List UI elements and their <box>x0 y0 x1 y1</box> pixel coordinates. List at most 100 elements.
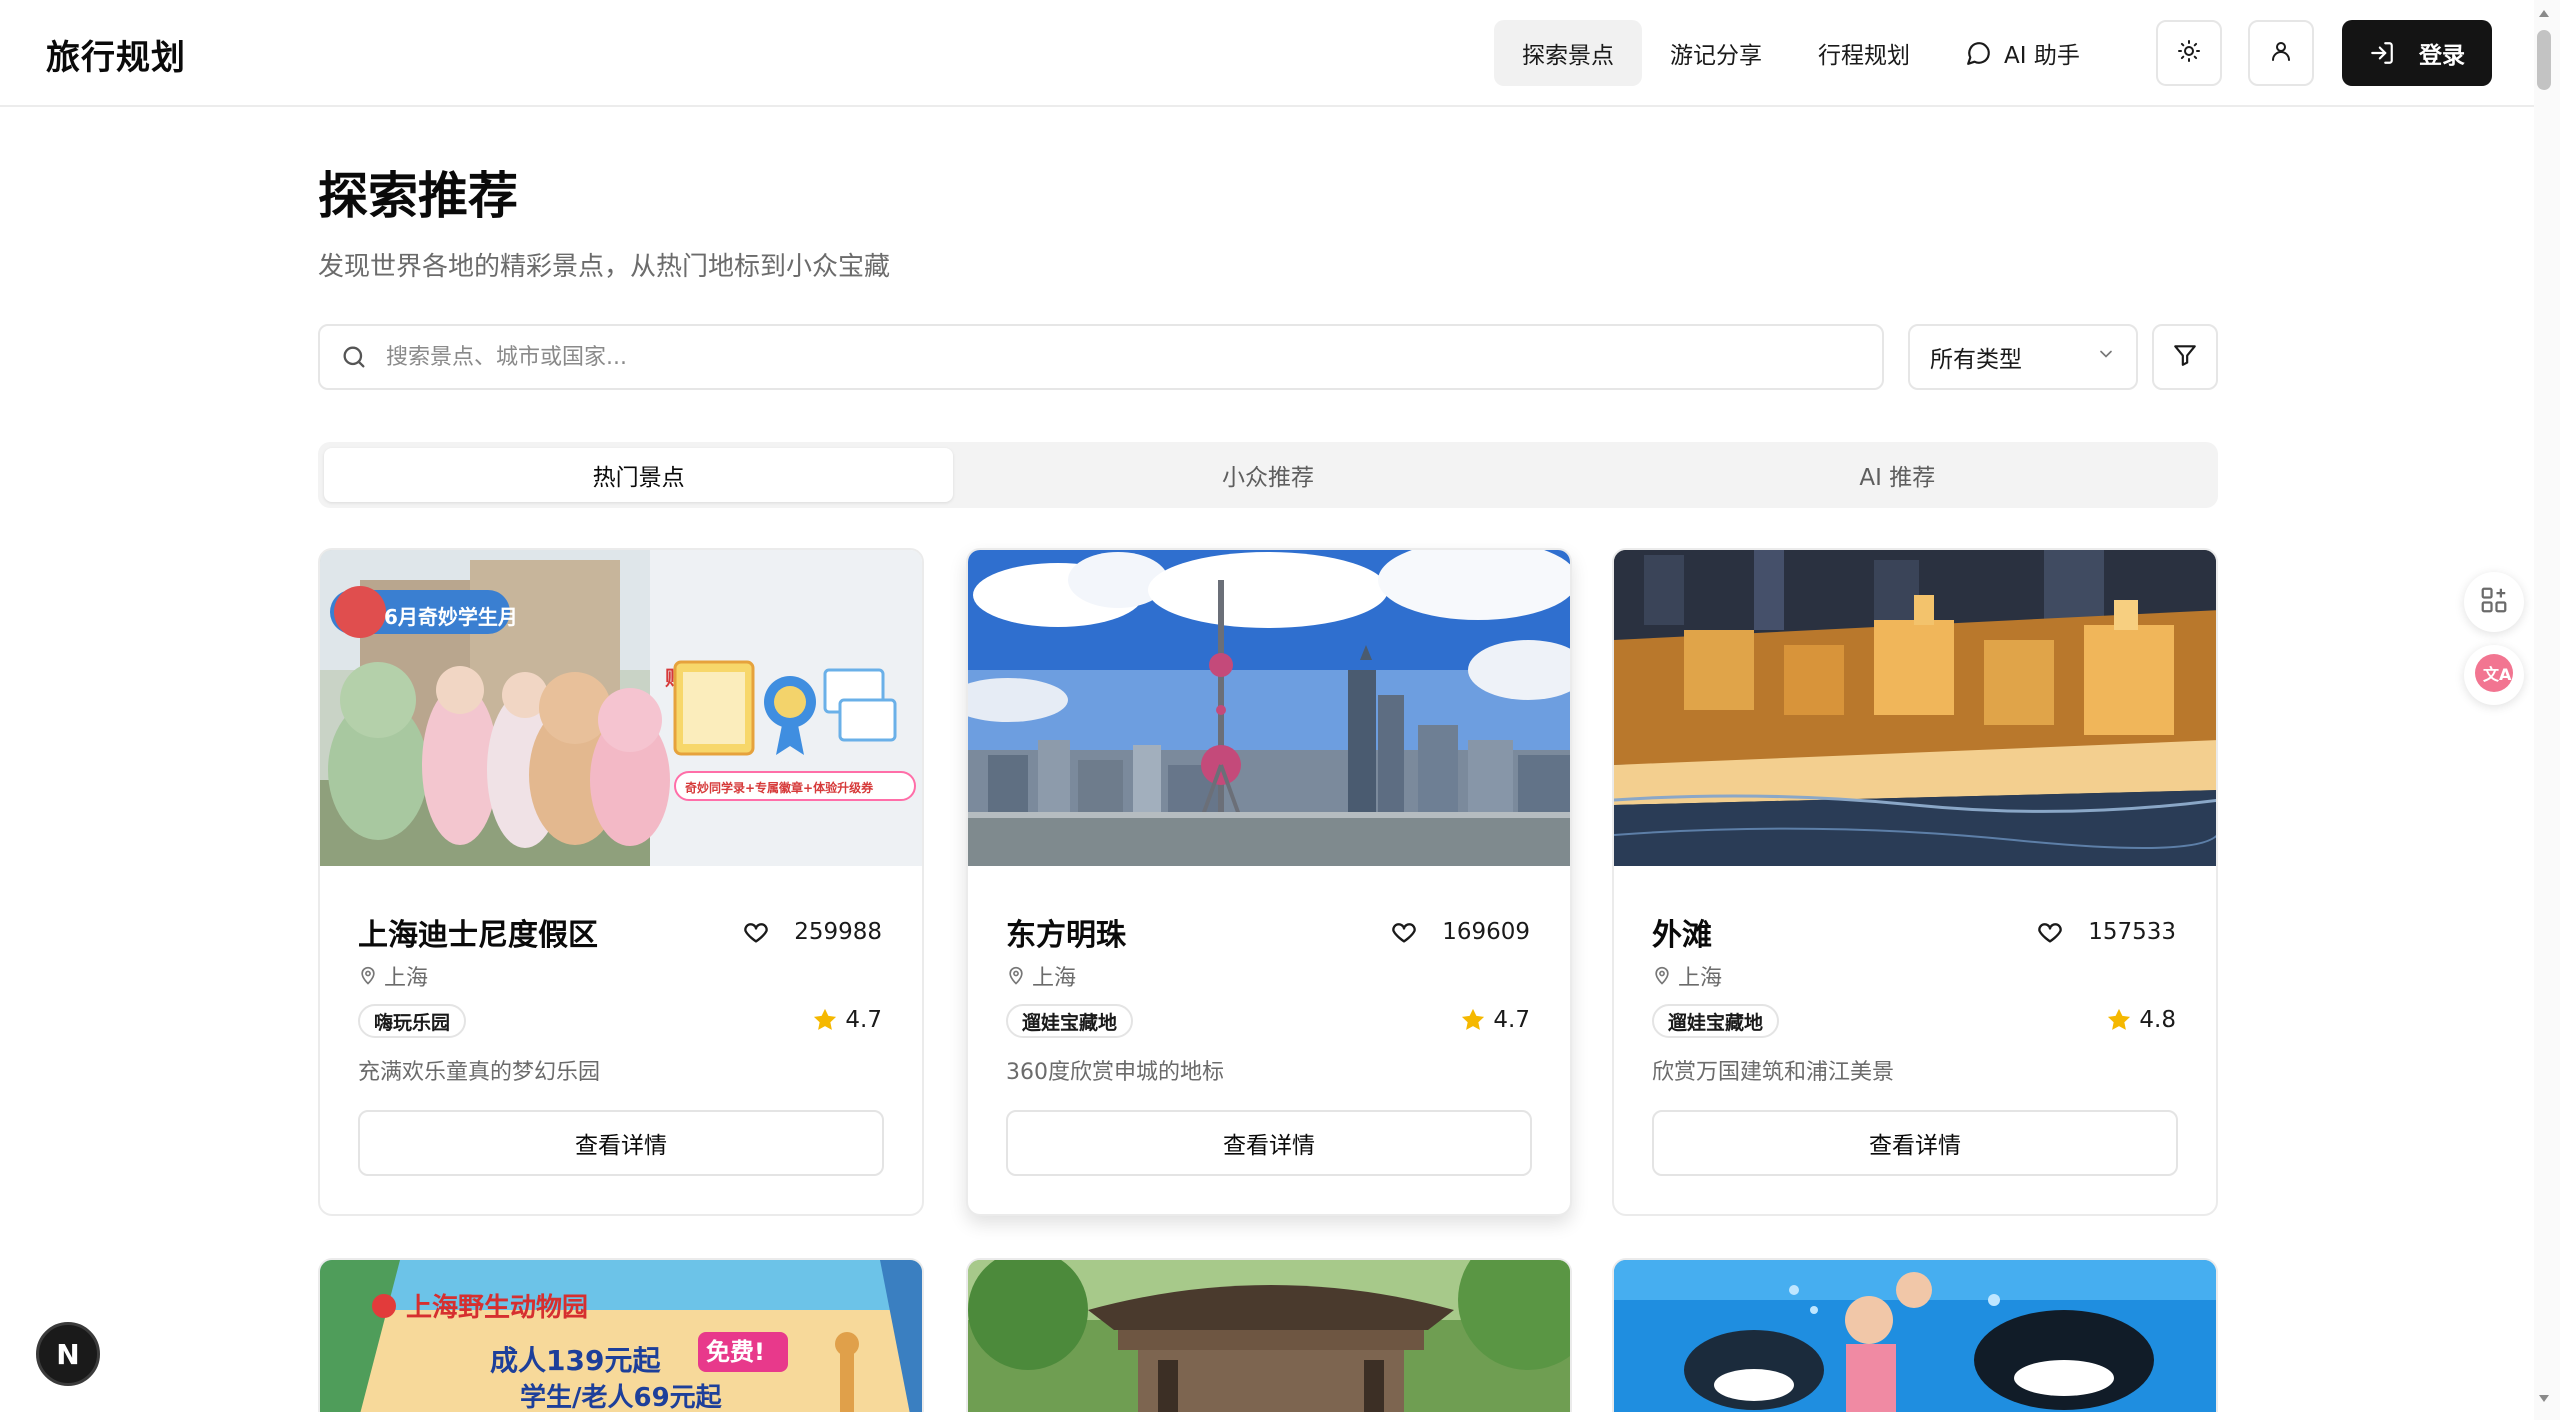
login-button[interactable]: 登录 <box>2342 20 2492 86</box>
rating-value: 4.7 <box>1493 1007 1530 1033</box>
filter-button[interactable] <box>2152 324 2218 390</box>
location-label: 上海 <box>384 966 429 991</box>
category-tabs: 热门景点 小众推荐 AI 推荐 <box>318 442 2218 508</box>
view-details-button[interactable]: 查看详情 <box>1006 1110 1532 1176</box>
login-label: 登录 <box>2419 43 2465 69</box>
attraction-card-partial[interactable]: 上海野生动物园 成人139元起 学生/老人69元起 免费! <box>318 1258 924 1412</box>
favorite-count: 157533 <box>2088 919 2176 945</box>
heart-icon <box>2036 918 2064 946</box>
page-title: 探索推荐 <box>318 167 518 225</box>
nav-label: 探索景点 <box>1522 43 1614 69</box>
favorite-button[interactable]: 259988 <box>742 918 882 946</box>
disney-promo-text: 奇妙同学录+专属徽章+体验升级券 <box>685 780 874 795</box>
nav-label: 游记分享 <box>1670 43 1762 69</box>
attraction-name: 东方明珠 <box>1006 918 1126 953</box>
apps-plus-icon <box>2479 585 2509 619</box>
log-in-icon <box>2369 40 2395 66</box>
translate-icon: 文A <box>2474 653 2514 697</box>
attraction-location: 上海 <box>1006 960 1076 992</box>
page-scrollbar[interactable] <box>2534 0 2560 1420</box>
attraction-tag: 嗨玩乐园 <box>358 1004 467 1038</box>
theme-toggle-button[interactable] <box>2156 20 2222 86</box>
map-pin-icon <box>358 966 378 986</box>
attraction-card-partial[interactable] <box>1612 1258 2218 1412</box>
attraction-image-the-bund[interactable] <box>1614 550 2216 866</box>
attraction-location: 上海 <box>358 960 428 992</box>
star-icon <box>811 1006 839 1034</box>
user-profile-button[interactable] <box>2248 20 2314 86</box>
nav-label: AI 助手 <box>2004 43 2080 69</box>
scroll-up-arrow-icon[interactable] <box>2537 6 2551 20</box>
sun-icon <box>2177 39 2201 67</box>
filter-icon <box>2172 342 2198 372</box>
favorite-button[interactable]: 157533 <box>2036 918 2176 946</box>
tab-popular[interactable]: 热门景点 <box>324 448 954 502</box>
view-details-button[interactable]: 查看详情 <box>1652 1110 2178 1176</box>
attraction-tag: 遛娃宝藏地 <box>1652 1004 1780 1038</box>
attraction-name: 上海迪士尼度假区 <box>358 918 598 953</box>
dev-tools-badge[interactable]: N <box>36 1322 100 1386</box>
attraction-image-disney[interactable]: 6月奇妙学生月 赠: 奇妙同学录+专属徽章+体验升级券 <box>320 550 922 866</box>
scroll-down-arrow-icon[interactable] <box>2537 1390 2551 1404</box>
attraction-description: 360度欣赏申城的地标 <box>1006 1060 1224 1085</box>
attraction-image-oriental-pearl[interactable] <box>968 550 1570 866</box>
nav-ai-assistant[interactable]: AI 助手 <box>1938 20 2108 86</box>
attraction-image-aquarium[interactable] <box>1614 1260 2218 1412</box>
attraction-description: 充满欢乐童真的梦幻乐园 <box>358 1060 601 1085</box>
heart-icon <box>1390 918 1418 946</box>
search-icon <box>340 343 368 371</box>
svg-text:文A: 文A <box>2483 665 2512 684</box>
wildlife-adult-price: 成人139元起 <box>490 1344 661 1377</box>
attraction-card[interactable]: 6月奇妙学生月 赠: 奇妙同学录+专属徽章+体验升级券 上海迪士尼度假区 <box>318 548 924 1216</box>
nav-explore[interactable]: 探索景点 <box>1494 20 1642 86</box>
wildlife-student-price: 学生/老人69元起 <box>520 1382 723 1412</box>
brand-logo[interactable]: 旅行规划 <box>46 30 186 79</box>
type-select-dropdown[interactable]: 所有类型 <box>1908 324 2138 390</box>
attraction-tag: 遛娃宝藏地 <box>1006 1004 1134 1038</box>
nav-label: 行程规划 <box>1818 43 1910 69</box>
attraction-card[interactable]: 东方明珠 169609 上海 遛娃宝藏地 4.7 360度欣赏申城的地标 查看详… <box>966 548 1572 1216</box>
page-subtitle: 发现世界各地的精彩景点，从热门地标到小众宝藏 <box>318 252 891 282</box>
apps-widget-button[interactable] <box>2464 572 2524 632</box>
nav-itinerary[interactable]: 行程规划 <box>1790 20 1938 86</box>
attraction-name: 外滩 <box>1652 918 1712 953</box>
attraction-card[interactable]: 外滩 157533 上海 遛娃宝藏地 4.8 欣赏万国建筑和浦江美景 查看详情 <box>1612 548 2218 1216</box>
attraction-rating: 4.7 <box>1459 1006 1530 1034</box>
search-input[interactable] <box>386 344 1786 370</box>
type-select-value: 所有类型 <box>1930 347 2022 373</box>
wildlife-free-text: 免费! <box>706 1338 765 1366</box>
rating-value: 4.7 <box>845 1007 882 1033</box>
nav-travel-notes[interactable]: 游记分享 <box>1642 20 1790 86</box>
map-pin-icon <box>1006 966 1026 986</box>
user-icon <box>2269 39 2293 67</box>
attraction-location: 上海 <box>1652 960 1722 992</box>
attraction-card-partial[interactable] <box>966 1258 1572 1412</box>
attraction-description: 欣赏万国建筑和浦江美景 <box>1652 1060 1895 1085</box>
rating-value: 4.8 <box>2139 1007 2176 1033</box>
main-nav: 探索景点 游记分享 行程规划 AI 助手 <box>1494 20 2108 86</box>
attraction-image-pavilion[interactable] <box>968 1260 1572 1412</box>
attraction-rating: 4.7 <box>811 1006 882 1034</box>
location-label: 上海 <box>1678 966 1723 991</box>
star-icon <box>1459 1006 1487 1034</box>
chat-bubble-icon <box>1966 40 1992 66</box>
translate-widget-button[interactable]: 文A <box>2464 645 2524 705</box>
scrollbar-thumb[interactable] <box>2537 30 2551 90</box>
search-field[interactable] <box>318 324 1884 390</box>
location-label: 上海 <box>1032 966 1077 991</box>
favorite-count: 259988 <box>794 919 882 945</box>
chevron-down-icon <box>2096 344 2116 370</box>
wildlife-park-title: 上海野生动物园 <box>406 1293 588 1323</box>
top-header: 旅行规划 探索景点 游记分享 行程规划 AI 助手 登录 <box>0 0 2534 107</box>
tab-ai-recommend[interactable]: AI 推荐 <box>1583 448 2212 502</box>
view-details-button[interactable]: 查看详情 <box>358 1110 884 1176</box>
disney-banner-text: 6月奇妙学生月 <box>384 605 518 629</box>
star-icon <box>2105 1006 2133 1034</box>
attraction-rating: 4.8 <box>2105 1006 2176 1034</box>
heart-icon <box>742 918 770 946</box>
map-pin-icon <box>1652 966 1672 986</box>
favorite-button[interactable]: 169609 <box>1390 918 1530 946</box>
tab-hidden-gems[interactable]: 小众推荐 <box>953 448 1582 502</box>
favorite-count: 169609 <box>1442 919 1530 945</box>
attraction-image-wildlife-park[interactable]: 上海野生动物园 成人139元起 学生/老人69元起 免费! <box>320 1260 924 1412</box>
